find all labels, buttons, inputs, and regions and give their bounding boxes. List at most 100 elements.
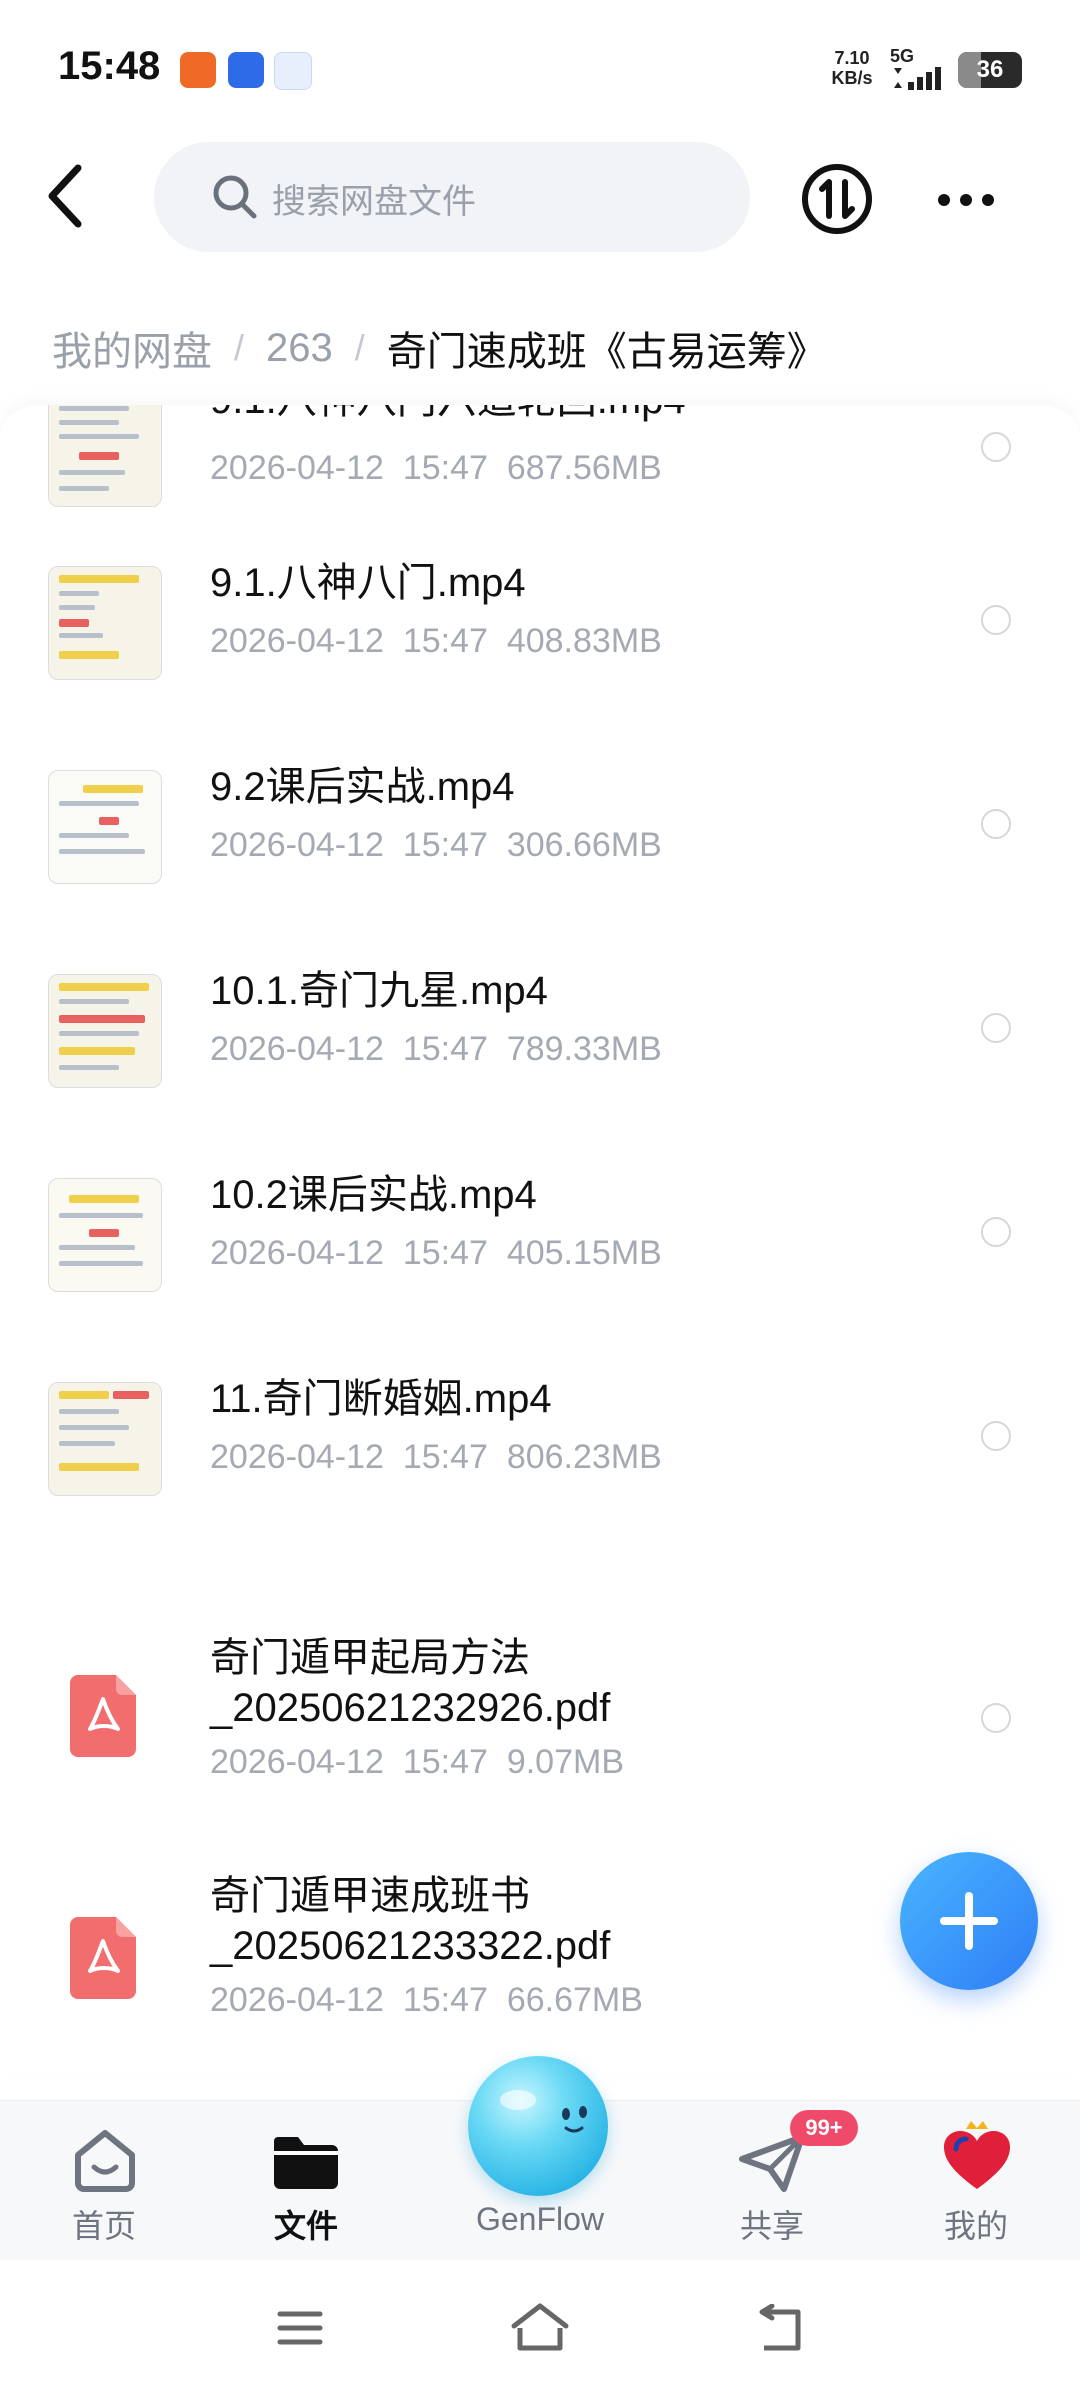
search-placeholder: 搜索网盘文件: [272, 183, 476, 221]
breadcrumb-current: 奇门速成班《古易运筹》: [386, 330, 827, 374]
file-size: 789.33MB: [506, 1030, 662, 1068]
file-date: 2026-04-12: [210, 1234, 384, 1272]
file-size: 806.23MB: [506, 1438, 662, 1476]
select-radio[interactable]: [981, 605, 1011, 635]
file-date: 2026-04-12: [210, 1743, 384, 1781]
nav-label: 首页: [71, 2208, 136, 2244]
video-thumbnail: [48, 974, 162, 1088]
network-type: 5G: [890, 46, 915, 66]
select-radio[interactable]: [981, 1217, 1011, 1247]
home-outline-icon[interactable]: [510, 2302, 570, 2354]
pdf-file-icon: [70, 1917, 136, 1999]
file-time: 15:47: [402, 1234, 488, 1272]
heart-avatar-icon: [944, 2121, 1010, 2189]
nav-home[interactable]: 首页: [14, 2101, 194, 2261]
share-badge: 99+: [790, 2110, 858, 2146]
file-meta: 2026-04-12 15:47 306.66MB: [210, 826, 662, 865]
file-name: 10.1.奇门九星.mp4: [210, 969, 548, 1013]
battery-icon: 36: [958, 52, 1022, 88]
file-date: 2026-04-12: [210, 826, 384, 864]
file-name: 奇门遁甲速成班书 _20250621233322.pdf: [210, 1871, 610, 1971]
file-meta: 2026-04-12 15:47 9.07MB: [210, 1743, 624, 1782]
select-radio[interactable]: [981, 1013, 1011, 1043]
file-size: 306.66MB: [506, 826, 662, 864]
select-radio[interactable]: [981, 432, 1011, 462]
more-dots-icon: [938, 194, 994, 206]
breadcrumb-folder[interactable]: 263: [266, 326, 333, 371]
file-row[interactable]: 奇门遁甲起局方法 _20250621232926.pdf 2026-04-12 …: [0, 1635, 1080, 1795]
file-time: 15:47: [402, 1438, 488, 1476]
breadcrumb-root[interactable]: 我的网盘: [52, 319, 212, 377]
add-button[interactable]: [900, 1852, 1038, 1990]
file-name-line2: _20250621233322.pdf: [210, 1924, 611, 1968]
file-name: 9.1.八神八门六道轮回.mp4: [210, 405, 686, 425]
nav-label: 共享: [739, 2208, 804, 2244]
home-icon: [75, 2130, 135, 2192]
file-row[interactable]: 9.2课后实战.mp4 2026-04-12 15:47 306.66MB: [0, 754, 1080, 944]
file-name: 11.奇门断婚姻.mp4: [210, 1377, 552, 1421]
file-size: 66.67MB: [506, 1981, 643, 2019]
status-time: 15:48: [58, 44, 161, 88]
network-speed-value: 7.10: [834, 48, 870, 68]
video-thumbnail: [48, 1382, 162, 1496]
breadcrumb-separator: /: [354, 327, 365, 368]
signal-strength-icon: [894, 67, 941, 90]
folder-icon: [274, 2137, 338, 2189]
file-row[interactable]: 10.1.奇门九星.mp4 2026-04-12 15:47 789.33MB: [0, 958, 1080, 1148]
file-name: 奇门遁甲起局方法 _20250621232926.pdf: [210, 1633, 610, 1733]
back-icon[interactable]: [754, 2304, 806, 2352]
file-name: 10.2课后实战.mp4: [210, 1173, 537, 1217]
more-button[interactable]: [934, 180, 998, 220]
select-radio[interactable]: [981, 1703, 1011, 1733]
genflow-face-icon: [500, 2090, 587, 2133]
nav-files[interactable]: 文件: [216, 2101, 396, 2261]
file-meta: 2026-04-12 15:47 806.23MB: [210, 1438, 662, 1477]
nav-profile[interactable]: 我的: [886, 2101, 1066, 2261]
file-date: 2026-04-12: [210, 1438, 384, 1476]
file-name: 9.2课后实战.mp4: [210, 765, 515, 809]
system-nav: [0, 2260, 1080, 2400]
file-meta: 2026-04-12 15:47 687.56MB: [210, 449, 662, 488]
file-time: 15:47: [402, 1981, 488, 2019]
file-time: 15:47: [402, 826, 488, 864]
file-size: 408.83MB: [506, 622, 662, 660]
file-time: 15:47: [402, 622, 488, 660]
file-row[interactable]: 11.奇门断婚姻.mp4 2026-04-12 15:47 806.23MB: [0, 1366, 1080, 1556]
transfer-button[interactable]: [800, 162, 874, 236]
file-name-line2: _20250621232926.pdf: [210, 1686, 611, 1730]
select-radio[interactable]: [981, 809, 1011, 839]
network-speed: 7.10 KB/s: [828, 48, 876, 88]
network-speed-unit: KB/s: [831, 68, 873, 88]
file-row[interactable]: 9.1.八神八门六道轮回.mp4 2026-04-12 15:47 687.56…: [0, 405, 1080, 545]
file-size: 9.07MB: [506, 1743, 625, 1781]
genflow-ball-icon[interactable]: [468, 2056, 608, 2196]
search-input[interactable]: 搜索网盘文件: [154, 142, 750, 252]
breadcrumb-separator: /: [234, 327, 245, 368]
file-size: 405.15MB: [506, 1234, 662, 1272]
breadcrumb: 我的网盘 / 263 / 奇门速成班《古易运筹》: [52, 318, 827, 378]
video-thumbnail: [48, 1178, 162, 1292]
battery-percent: 36: [976, 56, 1004, 83]
select-radio[interactable]: [981, 1421, 1011, 1451]
search-icon: [213, 175, 257, 219]
file-row[interactable]: 10.2课后实战.mp4 2026-04-12 15:47 405.15MB: [0, 1162, 1080, 1352]
file-date: 2026-04-12: [210, 1981, 384, 2019]
file-meta: 2026-04-12 15:47 66.67MB: [210, 1981, 643, 2020]
file-date: 2026-04-12: [210, 1030, 384, 1068]
file-name-line1: 奇门遁甲起局方法: [210, 1636, 530, 1680]
notification-app-icon: [180, 52, 216, 88]
file-name: 9.1.八神八门.mp4: [210, 561, 526, 605]
file-row[interactable]: 9.1.八神八门.mp4 2026-04-12 15:47 408.83MB: [0, 550, 1080, 740]
file-date: 2026-04-12: [210, 622, 384, 660]
plus-icon: [940, 1892, 998, 1950]
pdf-file-icon: [70, 1675, 136, 1757]
file-time: 15:47: [402, 1030, 488, 1068]
video-thumbnail: [48, 405, 162, 507]
file-date: 2026-04-12: [210, 449, 384, 487]
video-thumbnail: [48, 770, 162, 884]
back-button[interactable]: [40, 160, 96, 232]
video-thumbnail: [48, 566, 162, 680]
menu-icon[interactable]: [276, 2308, 324, 2348]
nav-label: GenFlow: [475, 2201, 605, 2237]
status-bar: 15:48 7.10 KB/s 5G 36: [0, 0, 1080, 140]
